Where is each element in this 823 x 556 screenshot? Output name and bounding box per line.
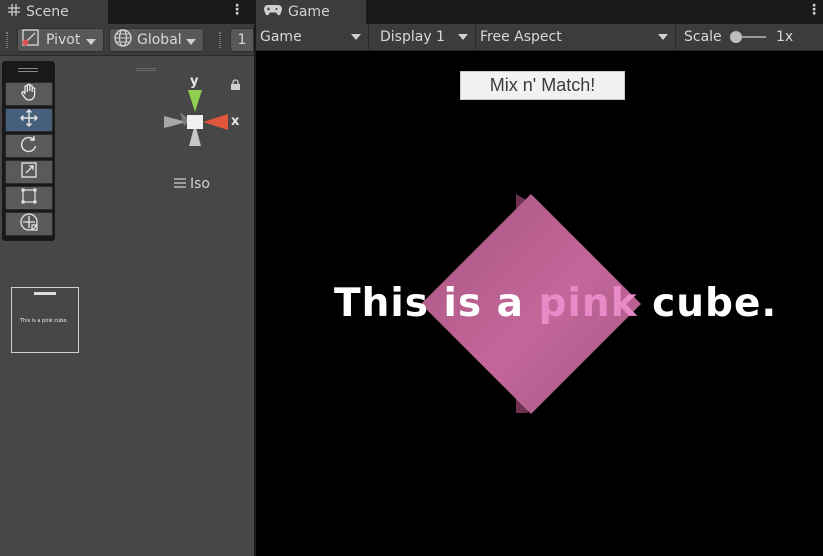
hand-tool-button[interactable] (5, 82, 53, 106)
rotate-icon (19, 134, 39, 158)
caption-after: cube. (637, 281, 778, 326)
scene-toolbar: Pivot Global 1 (0, 24, 254, 56)
snap-value: 1 (237, 32, 247, 48)
palette-grip[interactable] (18, 68, 38, 72)
global-dropdown[interactable]: Global (109, 28, 204, 52)
tab-game[interactable]: Game (256, 0, 366, 24)
display-select[interactable]: Display 1 (369, 24, 476, 50)
scale-label: Scale (684, 29, 722, 45)
projection-label: Iso (190, 176, 210, 192)
chevron-down-icon (186, 39, 196, 45)
game-more-options-icon[interactable]: ⋮ (807, 2, 821, 20)
scale-icon (19, 160, 39, 184)
game-viewport[interactable]: Mix n' Match! This is a pink cube. (256, 51, 823, 556)
view-select-label: Game (260, 29, 302, 45)
scene-canvas-preview[interactable]: This is a pink cube. (11, 287, 79, 353)
rect-transform-icon (19, 186, 39, 210)
editor-window: Scene ⋮ Pivot Global 1 y x Iso This is a… (0, 0, 823, 556)
scale-tool-button[interactable] (5, 160, 53, 184)
pivot-icon (21, 29, 41, 51)
gizmo-y-cone (188, 90, 202, 112)
caption-before: This is a (334, 281, 539, 326)
cube-caption: This is a pink cube. (334, 281, 777, 326)
projection-toggle[interactable]: Iso (173, 176, 210, 192)
transform-icon (18, 211, 40, 237)
tab-game-label: Game (288, 4, 330, 20)
mini-caption: This is a pink cube. (20, 318, 69, 324)
scene-tab-strip: Scene ⋮ (0, 0, 254, 24)
tool-palette (2, 61, 55, 241)
caption-highlight: pink (538, 281, 638, 326)
chevron-down-icon (658, 34, 668, 40)
scene-more-options-icon[interactable]: ⋮ (230, 2, 244, 20)
grid-icon (8, 4, 20, 20)
snap-increment-field[interactable]: 1 (230, 28, 254, 52)
chevron-down-icon (86, 39, 96, 45)
hand-icon (19, 82, 39, 106)
display-select-label: Display 1 (380, 29, 445, 45)
lock-icon[interactable] (230, 79, 241, 95)
scene-panel: Scene ⋮ Pivot Global 1 y x Iso This is a… (0, 0, 254, 556)
aspect-select[interactable]: Free Aspect (476, 24, 676, 50)
gizmo-center-cube (187, 115, 203, 129)
aspect-select-label: Free Aspect (480, 29, 562, 45)
menu-lines-icon (173, 176, 187, 192)
gamepad-icon (264, 4, 282, 20)
mini-button-preview (34, 292, 56, 295)
pivot-label: Pivot (46, 32, 81, 48)
chevron-down-icon (458, 34, 468, 40)
toolbar-grip[interactable] (6, 32, 8, 48)
scale-control: Scale 1x (676, 24, 823, 50)
view-select[interactable]: Game (256, 24, 369, 50)
globe-icon (113, 28, 133, 52)
gizmo-y-label: y (190, 74, 199, 89)
move-arrows-icon (19, 108, 39, 132)
move-tool-button[interactable] (5, 108, 53, 132)
scale-value: 1x (776, 29, 794, 45)
overlay-grip[interactable] (136, 68, 156, 71)
pivot-dropdown[interactable]: Pivot (17, 28, 104, 52)
game-panel: Game ⋮ Game Display 1 Free Aspect Scale … (256, 0, 823, 556)
tab-scene[interactable]: Scene (0, 0, 108, 24)
chevron-down-icon (351, 34, 361, 40)
game-toolbar: Game Display 1 Free Aspect Scale 1x (256, 24, 823, 51)
rect-tool-button[interactable] (5, 186, 53, 210)
tab-scene-label: Scene (26, 4, 69, 20)
mix-n-match-button[interactable]: Mix n' Match! (460, 71, 625, 100)
scale-slider-handle[interactable] (730, 31, 742, 43)
gizmo-x-label: x (231, 114, 240, 129)
rotate-tool-button[interactable] (5, 134, 53, 158)
transform-tool-button[interactable] (5, 212, 53, 236)
global-label: Global (137, 32, 182, 48)
game-tab-strip: Game ⋮ (256, 0, 823, 24)
toolbar-grip[interactable] (219, 32, 221, 48)
gizmo-x-cone (203, 114, 228, 130)
